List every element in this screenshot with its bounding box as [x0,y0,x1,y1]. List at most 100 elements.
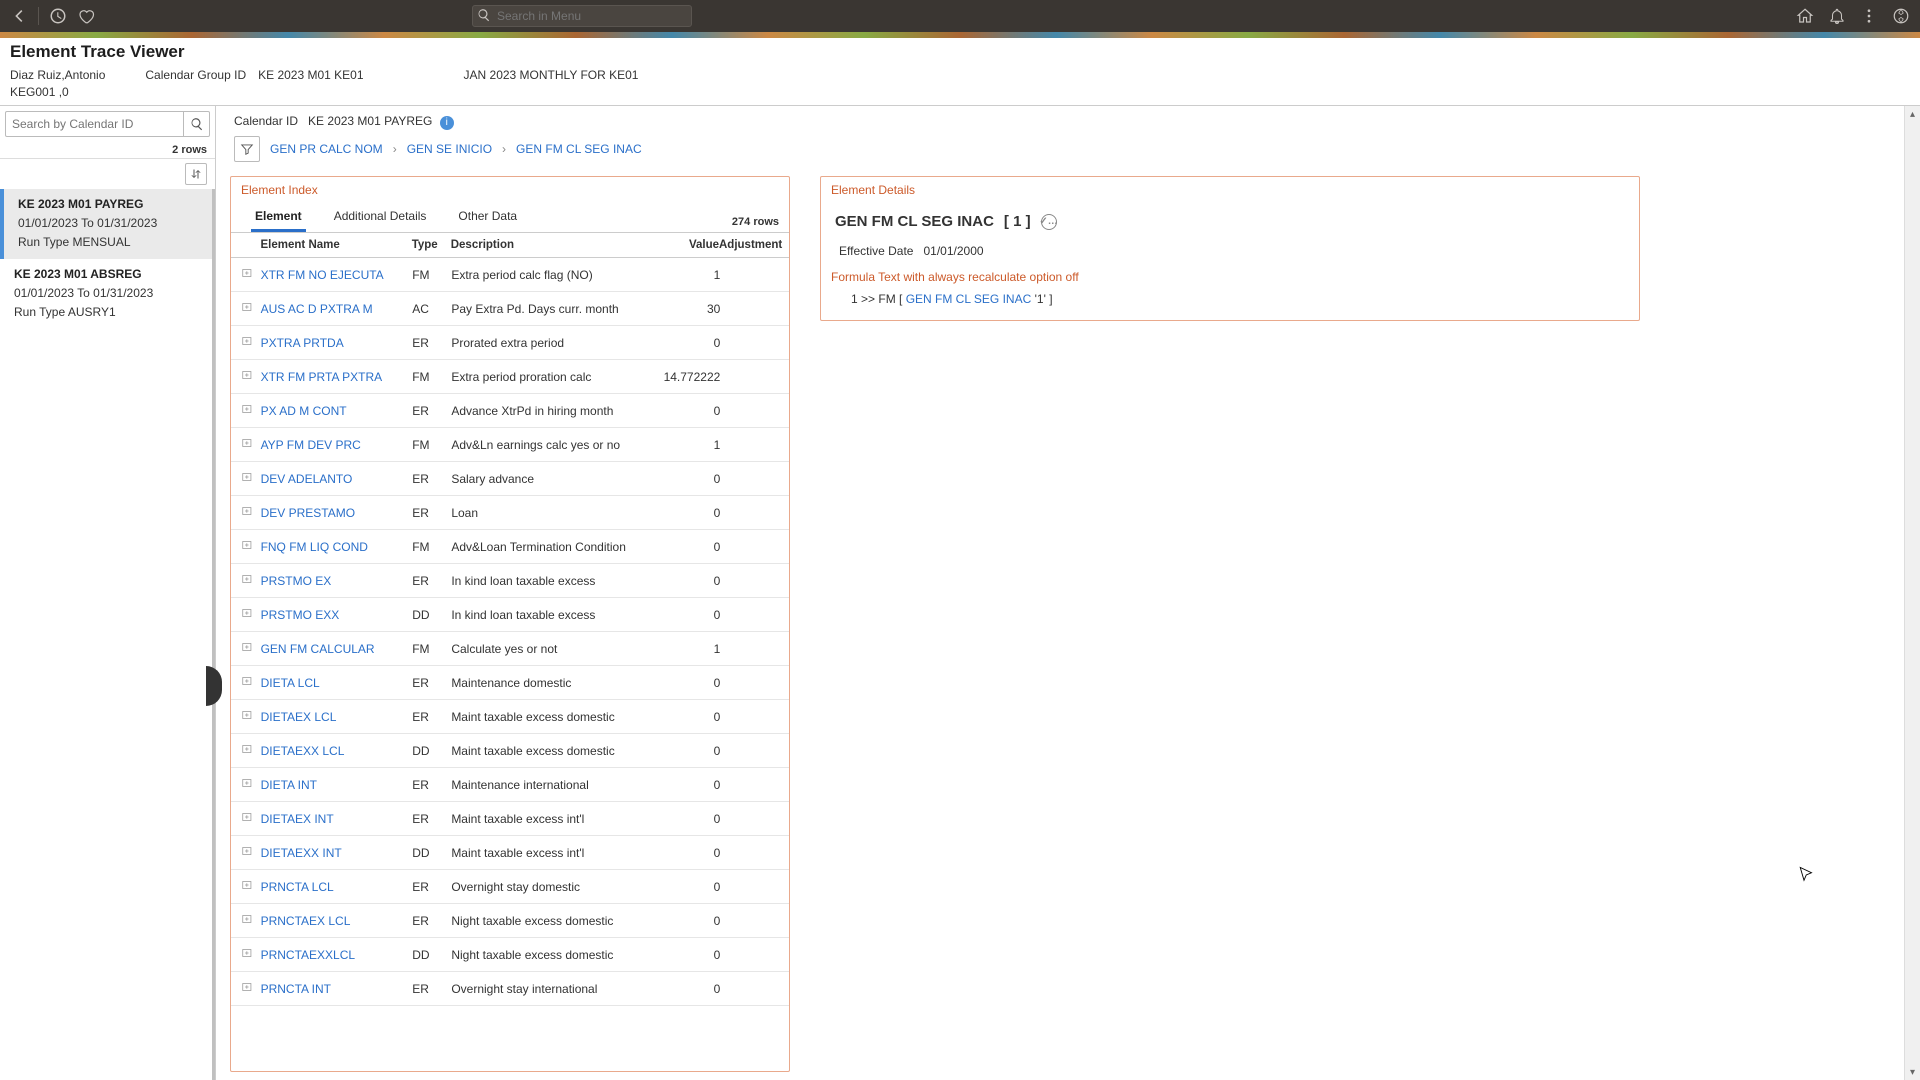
table-row[interactable]: DEV ADELANTO ER Salary advance 0 [231,462,789,496]
expand-icon[interactable] [241,266,255,280]
table-row[interactable]: DIETA INT ER Maintenance international 0 [231,768,789,802]
element-link[interactable]: GEN FM CALCULAR [261,642,375,656]
crumb-0[interactable]: GEN PR CALC NOM [270,142,383,156]
element-link[interactable]: PRSTMO EXX [261,608,340,622]
element-link[interactable]: XTR FM PRTA PXTRA [261,370,383,384]
calendar-search-input[interactable] [5,111,184,137]
element-desc: Pay Extra Pd. Days curr. month [451,302,656,316]
element-link[interactable]: DEV ADELANTO [261,472,353,486]
expand-icon[interactable] [241,674,255,688]
menu-search-input[interactable] [472,5,692,27]
element-link[interactable]: AYP FM DEV PRC [261,438,361,452]
expand-icon[interactable] [241,844,255,858]
expand-icon[interactable] [241,980,255,994]
table-row[interactable]: DIETAEX INT ER Maint taxable excess int'… [231,802,789,836]
table-row[interactable]: DIETA LCL ER Maintenance domestic 0 [231,666,789,700]
element-link[interactable]: DIETA INT [261,778,317,792]
element-link[interactable]: DIETA LCL [261,676,320,690]
col-value[interactable]: Value [656,239,719,251]
table-row[interactable]: PXTRA PRTDA ER Prorated extra period 0 [231,326,789,360]
col-type[interactable]: Type [412,239,451,251]
element-link[interactable]: AUS AC D PXTRA M [261,302,373,316]
col-element-name[interactable]: Element Name [261,239,412,251]
expand-icon[interactable] [241,334,255,348]
table-row[interactable]: GEN FM CALCULAR FM Calculate yes or not … [231,632,789,666]
crumb-1[interactable]: GEN SE INICIO [407,142,492,156]
back-icon[interactable] [10,7,28,25]
expand-icon[interactable] [241,946,255,960]
expand-icon[interactable] [241,504,255,518]
formula-element-link[interactable]: GEN FM CL SEG INAC [906,292,1032,306]
tab-additional-details[interactable]: Additional Details [330,203,431,232]
table-row[interactable]: PRNCTA LCL ER Overnight stay domestic 0 [231,870,789,904]
home-icon[interactable] [1796,7,1814,25]
expand-icon[interactable] [241,776,255,790]
table-row[interactable]: DIETAEX LCL ER Maint taxable excess dome… [231,700,789,734]
expand-icon[interactable] [241,912,255,926]
scroll-up-icon[interactable]: ▴ [1905,106,1920,122]
calendar-search-button[interactable] [184,111,210,137]
calendar-item[interactable]: KE 2023 M01 ABSREG 01/01/2023 To 01/31/2… [0,259,212,329]
expand-icon[interactable] [241,470,255,484]
element-link[interactable]: PRNCTAEXXLCL [261,948,355,962]
tab-other-data[interactable]: Other Data [454,203,521,232]
table-row[interactable]: PRSTMO EX ER In kind loan taxable excess… [231,564,789,598]
favorite-icon[interactable] [77,7,95,25]
crumb-2[interactable]: GEN FM CL SEG INAC [516,142,642,156]
expand-icon[interactable] [241,572,255,586]
expand-icon[interactable] [241,606,255,620]
vertical-scrollbar[interactable]: ▴ ▾ [1904,106,1920,1080]
calendar-item[interactable]: KE 2023 M01 PAYREG 01/01/2023 To 01/31/2… [0,189,212,259]
navbar-icon[interactable] [1892,7,1910,25]
expand-icon[interactable] [241,538,255,552]
element-link[interactable]: PX AD M CONT [261,404,347,418]
table-row[interactable]: PRNCTAEX LCL ER Night taxable excess dom… [231,904,789,938]
element-link[interactable]: DIETAEXX LCL [261,744,345,758]
scroll-down-icon[interactable]: ▾ [1905,1064,1920,1080]
sort-button[interactable] [185,163,207,185]
recent-icon[interactable] [49,7,67,25]
table-row[interactable]: PRSTMO EXX DD In kind loan taxable exces… [231,598,789,632]
info-icon[interactable]: i [440,116,454,130]
element-link[interactable]: DIETAEX LCL [261,710,337,724]
element-link[interactable]: PXTRA PRTDA [261,336,344,350]
table-row[interactable]: DIETAEXX INT DD Maint taxable excess int… [231,836,789,870]
expand-icon[interactable] [241,402,255,416]
expand-icon[interactable] [241,810,255,824]
element-link[interactable]: PRNCTA INT [261,982,331,996]
expand-icon[interactable] [241,742,255,756]
element-link[interactable]: DEV PRESTAMO [261,506,355,520]
element-link[interactable]: DIETAEX INT [261,812,334,826]
table-row[interactable]: XTR FM PRTA PXTRA FM Extra period prorat… [231,360,789,394]
notifications-icon[interactable] [1828,7,1846,25]
expand-icon[interactable] [241,708,255,722]
sidebar-row-count: 2 rows [0,142,215,159]
table-row[interactable]: PRNCTAEXXLCL DD Night taxable excess dom… [231,938,789,972]
expand-icon[interactable] [241,300,255,314]
element-link[interactable]: PRSTMO EX [261,574,332,588]
element-link[interactable]: XTR FM NO EJECUTA [261,268,384,282]
element-link[interactable]: PRNCTAEX LCL [261,914,351,928]
expand-icon[interactable] [241,878,255,892]
actions-icon[interactable] [1860,7,1878,25]
table-row[interactable]: FNQ FM LIQ COND FM Adv&Loan Termination … [231,530,789,564]
table-row[interactable]: DEV PRESTAMO ER Loan 0 [231,496,789,530]
table-row[interactable]: DIETAEXX LCL DD Maint taxable excess dom… [231,734,789,768]
element-link[interactable]: FNQ FM LIQ COND [261,540,368,554]
filter-button[interactable] [234,136,260,162]
table-row[interactable]: PRNCTA INT ER Overnight stay internation… [231,972,789,1006]
tab-element[interactable]: Element [251,203,306,232]
table-row[interactable]: AYP FM DEV PRC FM Adv&Ln earnings calc y… [231,428,789,462]
expand-icon[interactable] [241,436,255,450]
table-row[interactable]: AUS AC D PXTRA M AC Pay Extra Pd. Days c… [231,292,789,326]
table-row[interactable]: XTR FM NO EJECUTA FM Extra period calc f… [231,258,789,292]
element-link[interactable]: DIETAEXX INT [261,846,342,860]
table-row[interactable]: PX AD M CONT ER Advance XtrPd in hiring … [231,394,789,428]
element-type: AC [412,302,451,316]
col-description[interactable]: Description [451,239,656,251]
expand-icon[interactable] [241,368,255,382]
element-value: 0 [657,812,721,826]
expand-icon[interactable] [241,640,255,654]
element-link[interactable]: PRNCTA LCL [261,880,334,894]
col-adjustment[interactable]: Adjustment [719,239,779,251]
